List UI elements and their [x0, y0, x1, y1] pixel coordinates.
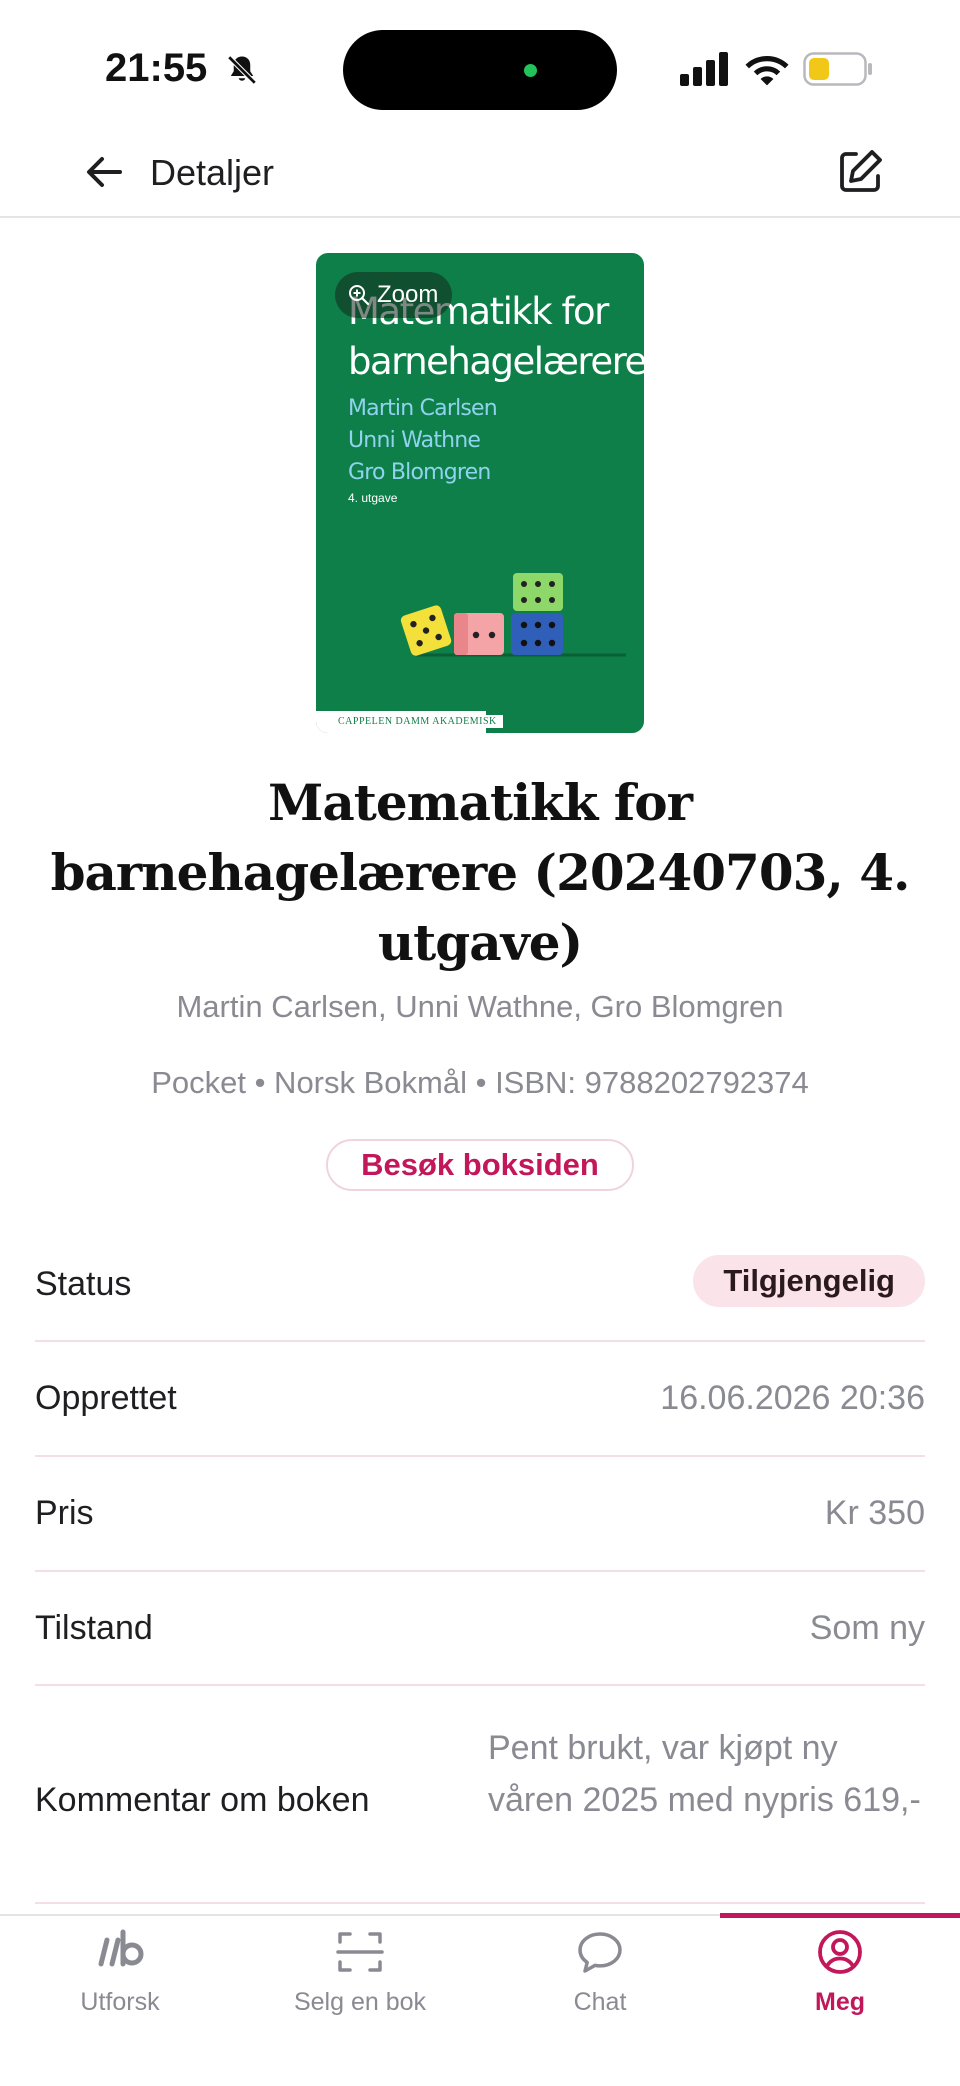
cover-publisher: CAPPELEN DAMM AKADEMISK	[332, 715, 503, 728]
status-bar: 21:55	[0, 0, 960, 130]
edit-icon[interactable]	[834, 146, 886, 198]
cover-author: Gro Blomgren	[348, 460, 491, 485]
condition-label: Tilstand	[35, 1609, 153, 1647]
created-value: 16.06.2026 20:36	[660, 1379, 925, 1417]
created-label: Opprettet	[35, 1379, 177, 1417]
tab-meg[interactable]: Meg	[720, 1916, 960, 2036]
camera-indicator	[524, 64, 537, 77]
book-meta: Pocket • Norsk Bokmål • ISBN: 9788202792…	[151, 1065, 809, 1100]
zoom-button[interactable]: Zoom	[335, 272, 453, 318]
wifi-icon	[745, 56, 789, 86]
cover-edition: 4. utgave	[348, 491, 398, 505]
dice-illustration	[400, 573, 626, 657]
detail-row-comment: Kommentar om boken Pent brukt, var kjøpt…	[35, 1686, 925, 1904]
scan-icon	[336, 1932, 384, 1972]
chat-bubble-icon	[578, 1932, 622, 1973]
detail-row-condition: Tilstand Som ny	[35, 1572, 925, 1686]
zoom-label: Zoom	[377, 281, 439, 308]
zoom-in-icon	[349, 285, 370, 306]
price-value: Kr 350	[824, 1494, 925, 1532]
cover-footer-accent	[486, 711, 644, 733]
status-label: Status	[35, 1265, 132, 1303]
tab-label: Meg	[815, 1988, 865, 2016]
cover-authors: Martin Carlsen Unni Wathne Gro Blomgren	[348, 393, 498, 489]
bell-slash-icon	[227, 55, 257, 85]
tab-selg-en-bok[interactable]: Selg en bok	[240, 1916, 480, 2036]
price-label: Pris	[35, 1494, 94, 1532]
arrow-left-icon[interactable]	[80, 148, 128, 196]
condition-value: Som ny	[809, 1609, 925, 1647]
tab-utforsk[interactable]: Utforsk	[0, 1916, 240, 2036]
tab-label: Chat	[573, 1988, 627, 2016]
visit-book-page-button[interactable]: Besøk boksiden	[326, 1139, 634, 1191]
tab-chat[interactable]: Chat	[480, 1916, 720, 2036]
detail-row-status: Status Tilgjengelig	[35, 1228, 925, 1342]
cover-author: Martin Carlsen	[348, 396, 498, 421]
tab-label: Selg en bok	[293, 1988, 427, 2016]
comment-label: Kommentar om boken	[35, 1781, 370, 1819]
comment-value: Pent brukt, var kjøpt ny våren 2025 med …	[488, 1729, 921, 1819]
book-authors: Martin Carlsen, Unni Wathne, Gro Blomgre…	[176, 989, 784, 1024]
cover-author: Unni Wathne	[348, 428, 481, 453]
page-title: Detaljer	[150, 152, 275, 193]
status-badge: Tilgjengelig	[693, 1255, 925, 1307]
detail-row-price: Pris Kr 350	[35, 1457, 925, 1572]
book-title: Matematikk for barnehagelærere (20240703…	[50, 773, 911, 972]
book-cover-image[interactable]: Matematikk for barnehagelærere Martin Ca…	[316, 253, 644, 733]
bottom-tab-bar: Utforsk Selg en bok Chat Meg	[0, 1913, 960, 2086]
explore-logo-icon	[98, 1929, 144, 1967]
battery-low-icon	[803, 52, 872, 86]
dynamic-island	[343, 30, 617, 110]
signal-icon	[680, 52, 728, 86]
user-circle-icon	[818, 1930, 862, 1974]
detail-row-created: Opprettet 16.06.2026 20:36	[35, 1342, 925, 1457]
tab-label: Utforsk	[80, 1988, 160, 2016]
top-app-bar: Detaljer	[0, 130, 960, 218]
status-time: 21:55	[105, 46, 208, 90]
